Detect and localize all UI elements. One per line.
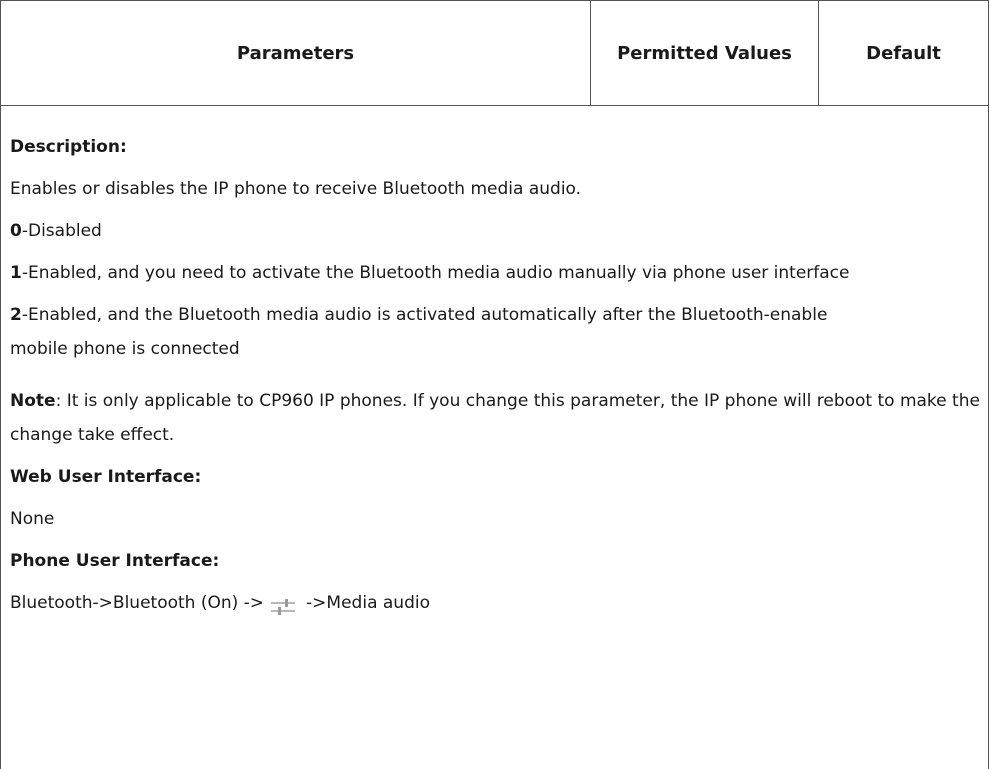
option-0: 0-Disabled: [10, 214, 988, 248]
option-1: 1-Enabled, and you need to activate the …: [10, 256, 970, 290]
description-label: Description:: [10, 137, 127, 157]
parameter-table: Parameters Permitted Values Default Desc…: [0, 0, 989, 769]
header-permitted-values: Permitted Values: [591, 1, 819, 105]
phone-ui-path: Bluetooth->Bluetooth (On) -> ->Media aud…: [10, 586, 988, 620]
note-text: : It is only applicable to CP960 IP phon…: [10, 391, 980, 445]
option-0-value: 0: [10, 221, 22, 241]
note-label: Note: [10, 391, 56, 411]
option-1-text: -Enabled, and you need to activate the B…: [21, 263, 850, 283]
web-ui-label: Web User Interface:: [10, 467, 202, 487]
option-1-value: 1: [10, 263, 22, 283]
table-header-row: Parameters Permitted Values Default: [1, 1, 988, 106]
phone-ui-path-after: ->Media audio: [306, 593, 430, 613]
option-2-text: -Enabled, and the Bluetooth media audio …: [10, 305, 828, 359]
web-ui-value: None: [10, 509, 55, 529]
header-parameters: Parameters: [1, 1, 591, 105]
settings-sliders-icon: [270, 594, 296, 615]
note-paragraph: Note: It is only applicable to CP960 IP …: [10, 384, 985, 452]
description-text: Enables or disables the IP phone to rece…: [10, 179, 582, 199]
header-default: Default: [866, 42, 941, 64]
option-0-text: -Disabled: [21, 221, 102, 241]
phone-ui-path-before: Bluetooth->Bluetooth (On) ->: [10, 593, 265, 613]
option-2-value: 2: [10, 305, 22, 325]
option-2: 2-Enabled, and the Bluetooth media audio…: [10, 298, 860, 366]
phone-ui-label: Phone User Interface:: [10, 551, 220, 571]
table-body: Description: Enables or disables the IP …: [1, 106, 988, 620]
